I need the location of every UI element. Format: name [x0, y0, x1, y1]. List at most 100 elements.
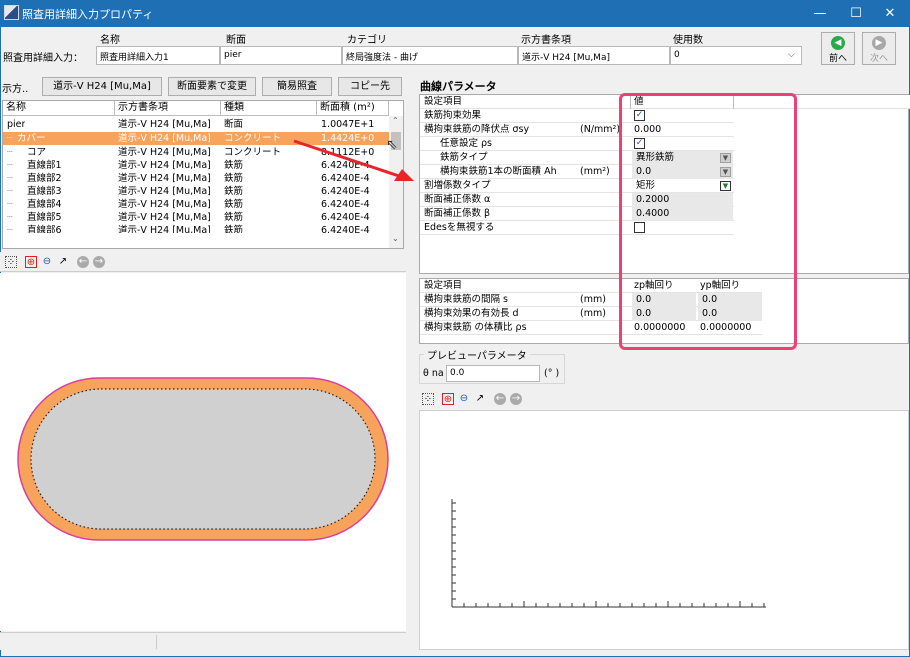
axis-label: 横拘束鉄筋 の体積比 ρs — [424, 322, 527, 333]
param-label: 横拘束鉄筋の降伏点 σsy — [424, 124, 530, 135]
section-drawing — [17, 377, 389, 541]
row-name: 直線部2 — [27, 173, 62, 184]
category-field[interactable]: 終局強度法 - 曲げ — [342, 46, 518, 65]
maximize-button[interactable]: ☐ — [838, 0, 874, 27]
row-spec: 道示-V H24 [Mu,Ma] — [118, 119, 211, 130]
curve-header-item: 設定項目 — [424, 96, 463, 107]
param-label: 横拘束鉄筋1本の断面積 Ah — [440, 166, 557, 177]
curve-preview-canvas[interactable] — [419, 410, 909, 650]
row-spec: 道示-V H24 [Mu,Ma] — [118, 133, 211, 144]
param-unit: (N/mm²) — [580, 124, 621, 135]
tree-branch-icon: ┄ — [7, 212, 13, 223]
undo-view-icon[interactable]: ← — [494, 393, 506, 405]
prev-button[interactable]: ◀ 前へ — [821, 32, 855, 65]
table-row[interactable]: pier 道示-V H24 [Mu,Ma] 断面 1.0047E+1 — [3, 118, 389, 131]
row-name: 直線部4 — [27, 199, 62, 210]
scroll-down-icon[interactable]: ⌄ — [392, 234, 399, 243]
row-type: 鉄筋 — [224, 212, 244, 223]
axis-label: 横拘束鉄筋の間隔 s — [424, 294, 508, 305]
zoom-out-icon[interactable]: ⊖ — [458, 393, 470, 405]
section-field[interactable]: pier — [220, 46, 342, 65]
change-by-element-button[interactable]: 断面要素で変更 — [168, 77, 256, 96]
status-divider — [156, 635, 157, 649]
row-name: 直線部6 — [27, 225, 62, 233]
left-preview-toolbar: ⁘ ⊕ ⊖ ↗ ← → — [0, 252, 406, 272]
row-spec: 道示-V H24 [Mu,Ma] — [118, 212, 211, 223]
header-col-category: カテゴリ — [347, 35, 387, 46]
copy-to-button[interactable]: コピー先 — [338, 77, 402, 96]
next-button[interactable]: ▶ 次へ — [862, 32, 896, 65]
theta-input[interactable]: 0.0 — [446, 365, 540, 382]
spec-select-button[interactable]: 道示-V H24 [Mu,Ma] — [42, 77, 162, 96]
row-spec: 道示-V H24 [Mu,Ma] — [118, 160, 211, 171]
app-icon — [4, 5, 19, 20]
row-type: コンクリート — [224, 133, 282, 144]
table-row[interactable]: ┄ 直線部6 道示-V H24 [Mu,Ma] 鉄筋 6.4240E-4 — [3, 224, 389, 233]
axis-unit: (mm) — [580, 308, 606, 319]
x-ticks — [463, 601, 765, 607]
grid-header-name[interactable]: 名称 — [3, 101, 115, 116]
close-button[interactable]: ✕ — [872, 0, 908, 27]
row-type: 鉄筋 — [224, 173, 244, 184]
row-type: 鉄筋 — [224, 186, 244, 197]
title-bar: 照査用詳細入力プロパティ — ☐ ✕ — [0, 0, 910, 27]
table-row[interactable]: ┄ 直線部3 道示-V H24 [Mu,Ma] 鉄筋 6.4240E-4 — [3, 185, 389, 198]
tree-branch-icon: ┄ — [7, 225, 13, 233]
param-label: 鉄筋拘束効果 — [424, 110, 482, 121]
name-field[interactable]: 照査用詳細入力1 — [96, 46, 220, 65]
row-spec: 道示-V H24 [Mu,Ma] — [118, 147, 211, 158]
row-spec: 道示-V H24 [Mu,Ma] — [118, 225, 211, 233]
annotation-arrow — [293, 139, 414, 181]
zoom-window-icon[interactable]: ⊕ — [25, 256, 37, 268]
axis-label: 横拘束効果の有効長 d — [424, 308, 519, 319]
core-concrete-shape — [30, 388, 376, 530]
theta-unit: (° ) — [544, 368, 560, 379]
annotation-highlight-box — [619, 93, 797, 350]
fit-icon[interactable]: ⁘ — [5, 256, 17, 268]
header-col-usage: 使用数 — [673, 35, 703, 46]
section-preview-canvas[interactable] — [0, 273, 406, 631]
row-type: コンクリート — [224, 147, 282, 158]
spec-short-label: 示方.. — [2, 84, 29, 95]
spec-field[interactable]: 道示-V H24 [Mu,Ma] — [518, 46, 670, 65]
usage-dropdown-icon[interactable]: ⌵ — [788, 50, 795, 60]
tree-branch-icon: ┄ — [7, 186, 13, 197]
axis-unit: (mm) — [580, 294, 606, 305]
row-type: 断面 — [224, 119, 244, 130]
grid-header-type[interactable]: 種類 — [221, 101, 317, 116]
simple-check-button[interactable]: 簡易照査 — [262, 77, 332, 96]
row-type: 鉄筋 — [224, 225, 244, 233]
redo-view-icon[interactable]: → — [93, 256, 105, 268]
param-label: 鉄筋タイプ — [440, 152, 488, 163]
redo-view-icon[interactable]: → — [510, 393, 522, 405]
fit-icon[interactable]: ⁘ — [422, 393, 434, 405]
prev-arrow-icon: ◀ — [831, 36, 845, 50]
usage-field[interactable]: 0 — [670, 46, 802, 65]
row-area: 6.4240E-4 — [321, 225, 370, 233]
row-type: 鉄筋 — [224, 199, 244, 210]
row-spec: 道示-V H24 [Mu,Ma] — [118, 199, 211, 210]
grid-header-area[interactable]: 断面積 (m²) — [317, 101, 389, 116]
detail-input-label: 照査用詳細入力： — [3, 53, 83, 64]
param-label: 断面補正係数 β — [424, 208, 491, 219]
zoom-window-icon[interactable]: ⊕ — [442, 393, 454, 405]
zoom-out-icon[interactable]: ⊖ — [41, 256, 53, 268]
row-spec: 道示-V H24 [Mu,Ma] — [118, 173, 211, 184]
scroll-up-icon[interactable]: ⌃ — [392, 116, 399, 125]
table-row[interactable]: ┄ 直線部5 道示-V H24 [Mu,Ma] 鉄筋 6.4240E-4 — [3, 211, 389, 224]
pan-icon[interactable]: ↗ — [474, 393, 486, 405]
tree-branch-icon: ┄ — [7, 199, 13, 210]
row-name: コア — [27, 147, 47, 158]
pan-icon[interactable]: ↗ — [57, 256, 69, 268]
header-col-spec: 示方書条項 — [521, 35, 571, 46]
undo-view-icon[interactable]: ← — [77, 256, 89, 268]
next-label: 次へ — [869, 54, 888, 64]
next-arrow-icon: ▶ — [872, 36, 886, 50]
row-type: 鉄筋 — [224, 160, 244, 171]
row-area: 1.0047E+1 — [321, 119, 375, 130]
row-name: pier — [7, 119, 26, 130]
table-row[interactable]: ┄ 直線部4 道示-V H24 [Mu,Ma] 鉄筋 6.4240E-4 — [3, 198, 389, 211]
status-bar — [0, 632, 406, 650]
grid-header-spec[interactable]: 示方書条項 — [115, 101, 221, 116]
minimize-button[interactable]: — — [802, 0, 838, 27]
